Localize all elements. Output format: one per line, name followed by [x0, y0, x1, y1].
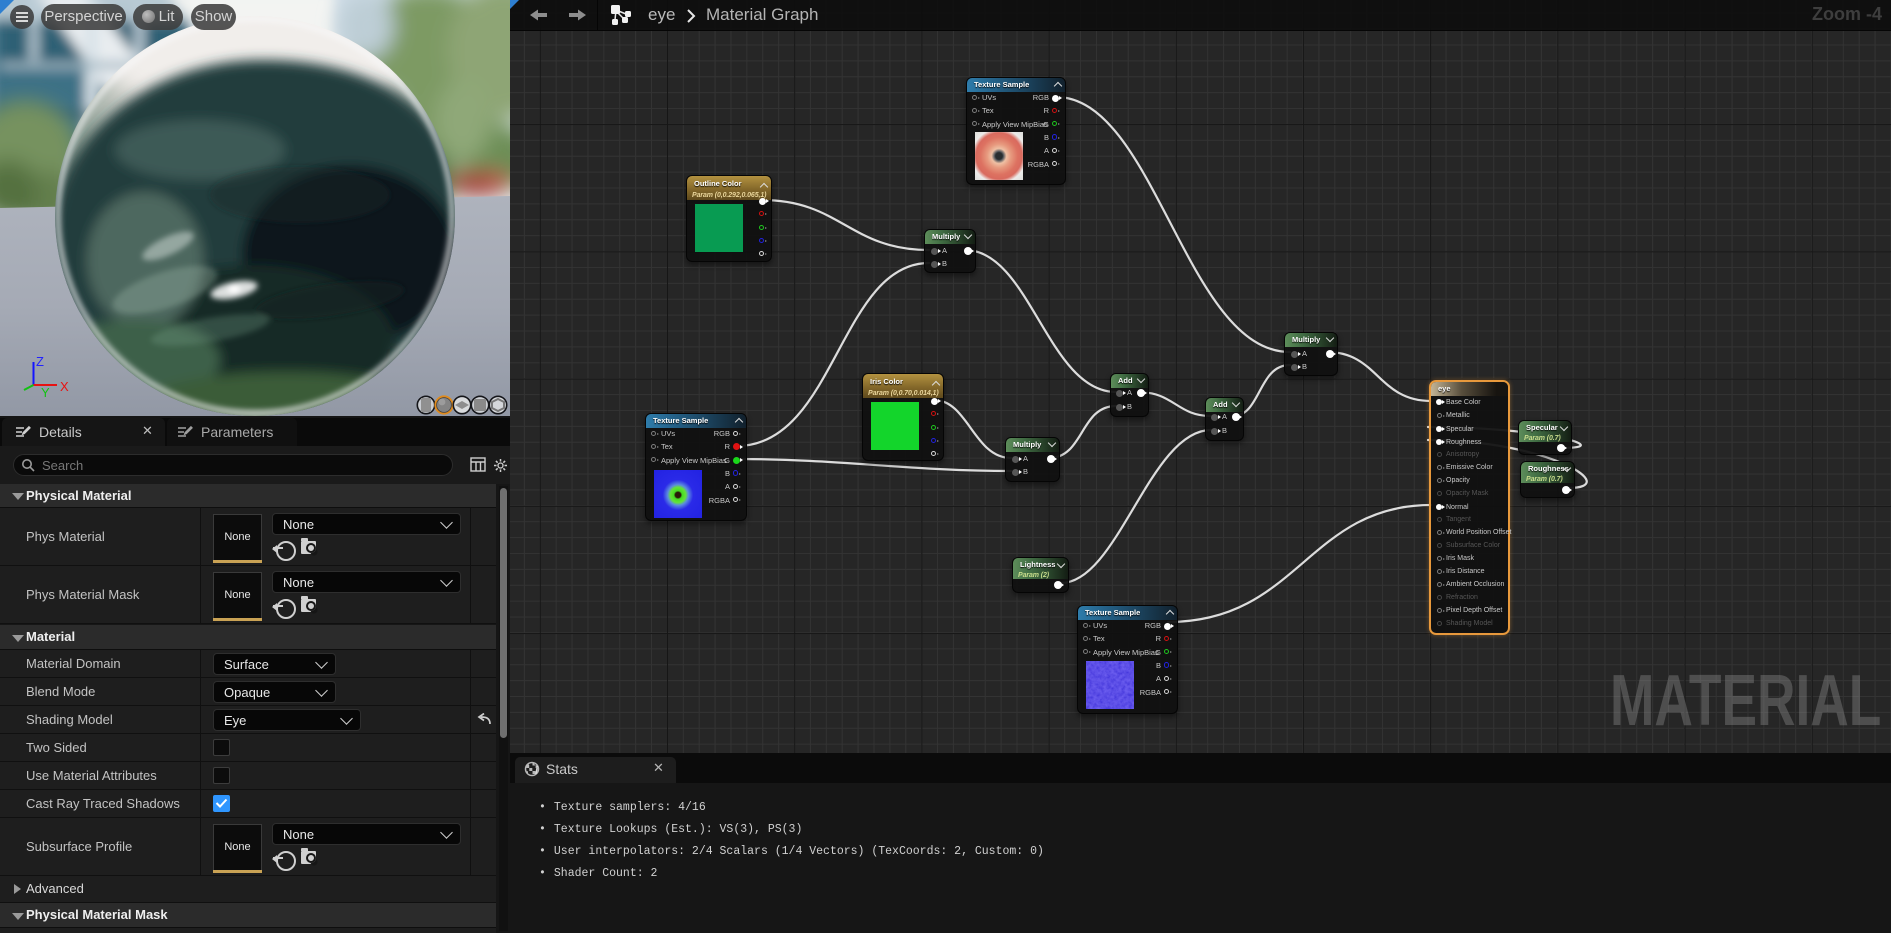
svg-text:Z: Z	[36, 354, 44, 369]
svg-text:Y: Y	[41, 385, 50, 400]
svg-text:X: X	[60, 379, 69, 394]
